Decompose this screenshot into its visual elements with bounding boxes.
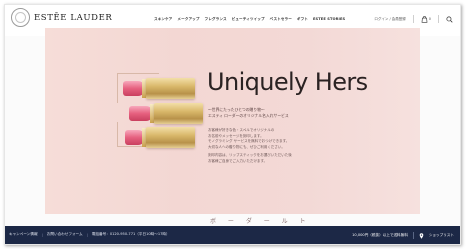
hero-title: Uniquely Hers [207, 68, 368, 96]
search-icon[interactable] [446, 15, 453, 23]
nav-item-makeup[interactable]: メークアップ [177, 17, 199, 22]
hero-subtitle-line: エスティ ローダーのオリジナル名入れサービス [208, 112, 289, 118]
hero-banner[interactable]: Uniquely Hers 〜世界にたったひとつの贈り物〜 エスティ ローダーの… [45, 28, 420, 214]
bottom-info-bar: キャンペーン情報 | お問い合わせフォーム | 電話番号：0120-950-77… [5, 226, 460, 244]
header-divider [412, 15, 414, 23]
brand-logo[interactable]: ESTĒE LAUDER [34, 13, 112, 23]
free-shipping-notice: 10,000円（税抜）以上で送料無料 [352, 233, 408, 237]
separator [412, 232, 414, 239]
brand-seal-logo[interactable] [11, 8, 30, 27]
hero-subtitle: 〜世界にたったひとつの贈り物〜 エスティ ローダーのオリジナル名入れサービス [208, 107, 289, 118]
shop-list-link[interactable]: ショップリスト [429, 233, 454, 238]
cart-count: 0 [428, 17, 431, 21]
lipstick-middle [129, 103, 203, 124]
bottom-promo: 10,000円（税抜）以上で送料無料 ショップリスト [352, 232, 454, 239]
browser-viewport: ESTĒE LAUDER スキンケア メークアップ フレグランス ビューティツイ… [4, 4, 461, 245]
nav-item-skincare[interactable]: スキンケア [154, 17, 172, 22]
nav-item-gift[interactable]: ギフト [297, 17, 308, 22]
separator: | [41, 232, 43, 237]
frame-line [117, 73, 159, 74]
location-pin-icon [419, 232, 424, 239]
bottom-links: キャンペーン情報 | お問い合わせフォーム | 電話番号：0120-950-77… [9, 232, 170, 237]
frame-line [117, 122, 118, 146]
campaign-info-link[interactable]: キャンペーン情報 [9, 232, 38, 237]
phone-number: 電話番号：0120-950-771（平日10時〜17時） [91, 232, 170, 236]
hero-body-line: お客様ご自身でご入力いただけます。 [208, 158, 268, 163]
lipstick-top [123, 78, 195, 99]
header-divider [438, 15, 439, 23]
header-utilities: ログイン / 会員登録 0 [374, 15, 453, 23]
separator: | [86, 232, 88, 237]
lipstick-bottom [125, 127, 195, 148]
hero-description: お客様が好きな色・スペルでオリジナルの お名前やメッセージを刻印します。 モノグ… [208, 128, 328, 165]
nav-item-bestsellers[interactable]: ベストセラー [270, 17, 292, 22]
nav-item-fragrance[interactable]: フレグランス [205, 17, 227, 22]
nav-item-beauty-tips[interactable]: ビューティツイップ [232, 17, 265, 22]
shopping-bag-icon [421, 15, 428, 23]
section-heading-script: ボ ー ダ ー ル ト [210, 218, 311, 225]
nav-item-estee-stories[interactable]: ESTEE STORIES [313, 17, 345, 22]
account-link[interactable]: ログイン / 会員登録 [374, 17, 405, 22]
contact-form-link[interactable]: お問い合わせフォーム [47, 232, 83, 237]
main-nav: スキンケア メークアップ フレグランス ビューティツイップ ベストセラー ギフト… [154, 17, 345, 22]
cart-button[interactable]: 0 [421, 15, 431, 23]
frame-line [117, 73, 118, 103]
